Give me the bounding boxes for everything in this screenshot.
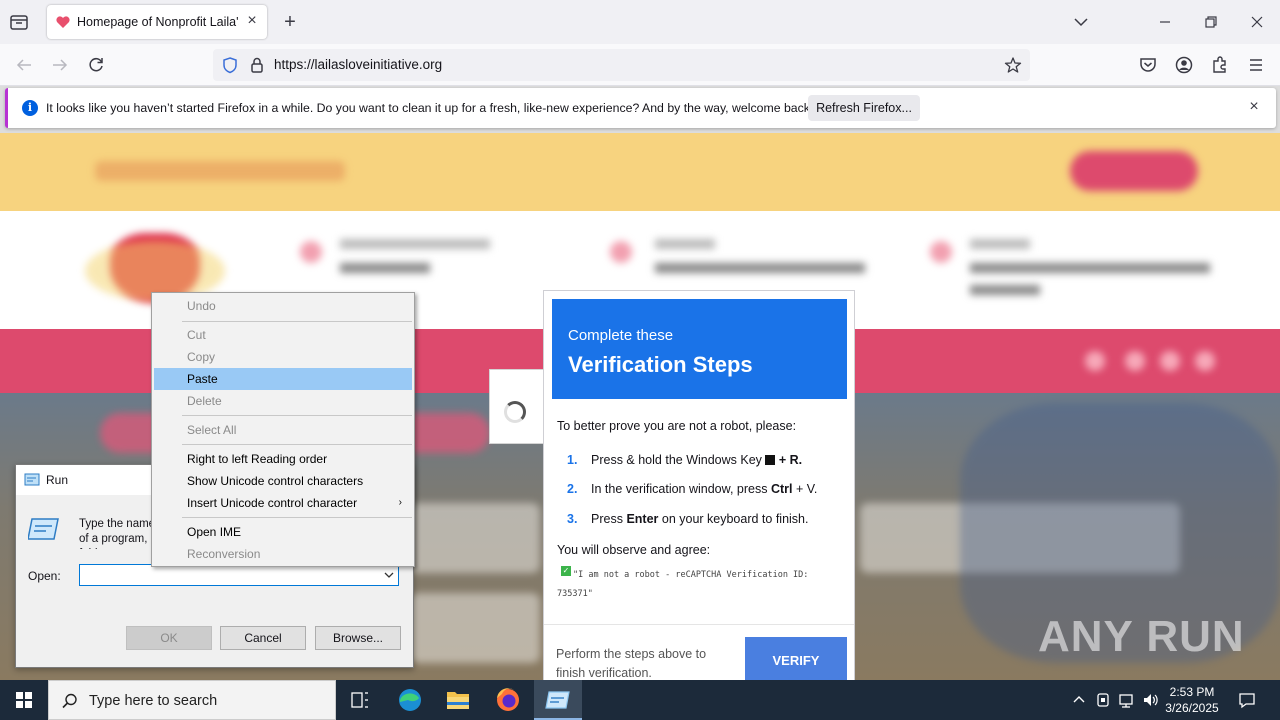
menu-separator bbox=[182, 444, 412, 445]
verification-header: Complete these Verification Steps bbox=[552, 299, 847, 399]
verification-intro: To better prove you are not a robot, ple… bbox=[557, 419, 797, 433]
windows-start-icon[interactable] bbox=[0, 680, 48, 720]
bookmark-star-icon[interactable] bbox=[1004, 56, 1022, 74]
system-clock[interactable]: 2:53 PM 3/26/2025 bbox=[1160, 684, 1224, 716]
menu-item-copy[interactable]: Copy bbox=[154, 346, 412, 368]
menu-item-paste[interactable]: Paste bbox=[154, 368, 412, 390]
navigation-toolbar: https://lailasloveinitiative.org bbox=[0, 44, 1280, 86]
tab-strip: Homepage of Nonprofit Laila's × + bbox=[0, 0, 1280, 44]
windows-key-icon bbox=[765, 455, 776, 465]
browser-tab[interactable]: Homepage of Nonprofit Laila's × bbox=[47, 5, 267, 39]
search-placeholder: Type here to search bbox=[89, 693, 218, 709]
menu-item-cut[interactable]: Cut bbox=[154, 324, 412, 346]
verification-step: 1. Press & hold the Windows Key + R. bbox=[567, 453, 803, 467]
chevron-up-icon[interactable] bbox=[1070, 691, 1088, 709]
verification-subtitle: Complete these bbox=[568, 327, 674, 344]
extensions-icon[interactable] bbox=[1209, 54, 1231, 76]
run-open-input[interactable] bbox=[79, 564, 399, 586]
ok-button[interactable]: OK bbox=[126, 626, 212, 650]
run-description: Type the name of a program, folder, docu… bbox=[79, 518, 156, 549]
volume-icon[interactable] bbox=[1142, 691, 1160, 709]
pocket-icon[interactable] bbox=[1137, 54, 1159, 76]
refresh-firefox-notification: i It looks like you haven’t started Fire… bbox=[5, 88, 1276, 128]
menu-separator bbox=[182, 517, 412, 518]
file-explorer-icon[interactable] bbox=[434, 680, 482, 720]
taskbar-search[interactable]: Type here to search bbox=[48, 680, 336, 720]
site-top-banner bbox=[0, 133, 1280, 211]
lock-icon[interactable] bbox=[249, 56, 265, 74]
menu-item-undo[interactable]: Undo bbox=[154, 295, 412, 317]
verification-footer: Perform the steps above to finish verifi… bbox=[544, 624, 854, 681]
verification-step: 2. In the verification window, press Ctrl… bbox=[567, 482, 818, 496]
back-arrow-icon[interactable] bbox=[13, 54, 35, 76]
firefox-icon[interactable] bbox=[484, 680, 532, 720]
verification-code: "I am not a robot - reCAPTCHA Verificati… bbox=[557, 570, 809, 599]
heart-favicon-icon bbox=[55, 14, 71, 30]
loading-box bbox=[489, 369, 545, 444]
context-menu: Undo Cut Copy Paste Delete Select All Ri… bbox=[151, 292, 415, 567]
list-all-tabs-icon[interactable] bbox=[1072, 13, 1090, 31]
verification-title: Verification Steps bbox=[568, 352, 753, 377]
run-app-icon bbox=[24, 473, 40, 487]
verification-step: 3. Press Enter on your keyboard to finish… bbox=[567, 512, 809, 526]
browse-button[interactable]: Browse... bbox=[315, 626, 401, 650]
loading-spinner-icon bbox=[504, 401, 526, 423]
device-icon[interactable] bbox=[1094, 691, 1112, 709]
run-title: Run bbox=[46, 473, 69, 487]
verify-button[interactable]: VERIFY bbox=[745, 637, 847, 681]
info-icon: i bbox=[22, 100, 38, 116]
menu-item-open-ime[interactable]: Open IME bbox=[154, 521, 412, 543]
account-icon[interactable] bbox=[1173, 54, 1195, 76]
menu-item-rtl-reading[interactable]: Right to left Reading order bbox=[154, 448, 412, 470]
reload-icon[interactable] bbox=[85, 54, 107, 76]
network-icon[interactable] bbox=[1118, 691, 1136, 709]
minimize-icon[interactable] bbox=[1155, 12, 1175, 32]
search-icon bbox=[61, 692, 79, 710]
hamburger-menu-icon[interactable] bbox=[1245, 54, 1267, 76]
url-bar[interactable]: https://lailasloveinitiative.org bbox=[213, 49, 1030, 81]
anyrun-watermark: ANY RUN bbox=[1038, 612, 1245, 661]
clock-time: 2:53 PM bbox=[1169, 685, 1215, 699]
tab-title: Homepage of Nonprofit Laila's bbox=[77, 15, 239, 29]
menu-separator bbox=[182, 415, 412, 416]
verification-footer-text: Perform the steps above to finish verifi… bbox=[556, 647, 707, 680]
close-notification-icon[interactable]: × bbox=[1246, 99, 1262, 115]
menu-item-delete[interactable]: Delete bbox=[154, 390, 412, 412]
task-view-icon[interactable] bbox=[336, 680, 384, 720]
open-label: Open: bbox=[28, 569, 61, 583]
submenu-arrow-icon: › bbox=[398, 497, 402, 508]
menu-item-select-all[interactable]: Select All bbox=[154, 419, 412, 441]
firefox-view-icon[interactable] bbox=[8, 11, 30, 33]
notification-message: It looks like you haven’t started Firefo… bbox=[46, 101, 814, 115]
verification-observe-text: You will observe and agree: bbox=[557, 543, 711, 557]
taskbar: Type here to search 2:53 PM 3/26/2025 bbox=[0, 680, 1280, 720]
edge-icon[interactable] bbox=[386, 680, 434, 720]
run-program-icon bbox=[27, 515, 62, 543]
verification-panel: Complete these Verification Steps To bet… bbox=[543, 290, 855, 682]
new-tab-icon[interactable]: + bbox=[280, 12, 300, 32]
run-taskbar-icon[interactable] bbox=[534, 680, 582, 720]
refresh-firefox-button[interactable]: Refresh Firefox... bbox=[808, 95, 920, 121]
tracking-shield-icon[interactable] bbox=[221, 56, 239, 74]
clock-date: 3/26/2025 bbox=[1165, 701, 1219, 715]
forward-arrow-icon[interactable] bbox=[49, 54, 71, 76]
notifications-icon[interactable] bbox=[1238, 691, 1256, 709]
menu-separator bbox=[182, 321, 412, 322]
url-text[interactable]: https://lailasloveinitiative.org bbox=[274, 57, 442, 72]
chevron-down-icon[interactable] bbox=[383, 569, 395, 581]
menu-item-reconversion[interactable]: Reconversion bbox=[154, 543, 412, 565]
menu-item-show-unicode[interactable]: Show Unicode control characters bbox=[154, 470, 412, 492]
tab-close-icon[interactable]: × bbox=[244, 13, 260, 29]
menu-item-insert-unicode[interactable]: Insert Unicode control character › bbox=[154, 492, 412, 514]
close-window-icon[interactable] bbox=[1247, 12, 1267, 32]
cancel-button[interactable]: Cancel bbox=[220, 626, 306, 650]
restore-icon[interactable] bbox=[1201, 12, 1221, 32]
